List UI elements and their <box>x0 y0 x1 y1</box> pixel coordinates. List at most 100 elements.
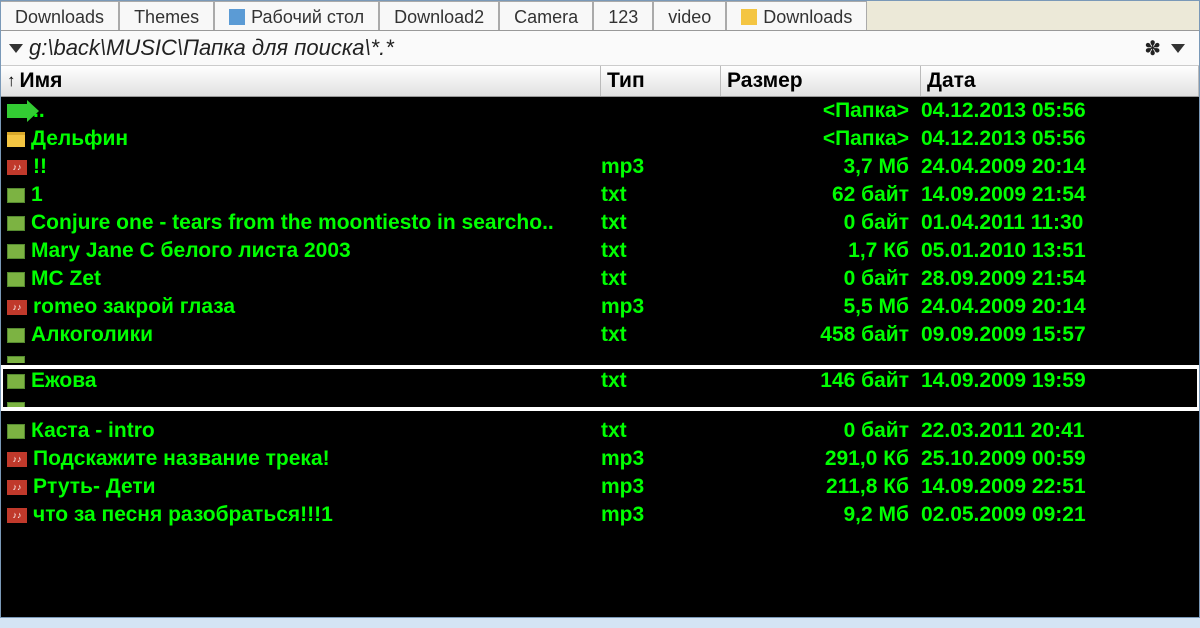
up-arrow-icon <box>7 104 27 118</box>
txt-icon <box>7 244 25 259</box>
file-name: Ртуть- Дети <box>33 475 156 499</box>
file-date: 14.09.2009 19:59 <box>921 369 1193 393</box>
file-row[interactable]: ♪♪ что за песня разобраться!!!1 mp39,2 Мб0… <box>1 501 1199 529</box>
file-size: 146 байт <box>721 369 921 393</box>
file-name: Дельфин <box>31 127 128 151</box>
file-row[interactable]: Алкоголики txt458 байт09.09.2009 15:57 <box>1 321 1199 349</box>
file-type: mp3 <box>601 295 721 319</box>
file-type: mp3 <box>601 447 721 471</box>
file-type: txt <box>601 323 721 347</box>
file-name: Алкоголики <box>31 323 153 347</box>
file-name: Conjure one - tears from the moontiesto … <box>31 211 554 235</box>
txt-icon <box>7 328 25 343</box>
file-row[interactable]: ♪♪Подскажите название трека!mp3291,0 Кб2… <box>1 445 1199 473</box>
file-date: 24.04.2009 20:14 <box>921 295 1193 319</box>
file-type: txt <box>601 369 721 393</box>
file-row[interactable]: 1txt62 байт14.09.2009 21:54 <box>1 181 1199 209</box>
header-date[interactable]: Дата <box>921 66 1199 96</box>
file-name: MC Zet <box>31 267 101 291</box>
txt-icon <box>7 374 25 389</box>
drive-dropdown-icon[interactable] <box>9 44 23 53</box>
file-type: txt <box>601 419 721 443</box>
folder-icon <box>7 132 25 147</box>
column-headers: ↑Имя Тип Размер Дата <box>1 66 1199 97</box>
file-date: 04.12.2013 05:56 <box>921 127 1193 151</box>
mp3-icon: ♪♪ <box>7 452 27 467</box>
mp3-icon: ♪♪ <box>7 480 27 495</box>
path-bar: g:\back\MUSIC\Папка для поиска\*.* ✽ <box>1 31 1199 66</box>
file-row[interactable]: Каста - intro txt0 байт22.03.2011 20:41 <box>1 417 1199 445</box>
file-list: ..<Папка>04.12.2013 05:56Дельфин<Папка>0… <box>1 97 1199 617</box>
file-name: romeo закрой глаза <box>33 295 235 319</box>
mp3-icon: ♪♪ <box>7 508 27 523</box>
tab-downloads2[interactable]: Downloads <box>726 1 867 30</box>
desktop-icon <box>229 9 245 25</box>
file-size: <Папка> <box>721 99 921 123</box>
file-manager-panel: Downloads Themes Рабочий стол Download2 … <box>0 0 1200 618</box>
txt-icon <box>7 216 25 231</box>
file-name: Подскажите название трека! <box>33 447 330 471</box>
tab-themes[interactable]: Themes <box>119 1 214 30</box>
file-type: txt <box>601 211 721 235</box>
file-name: что за песня разобраться!!!1 <box>33 503 333 527</box>
file-row[interactable]: MC Zet txt0 байт28.09.2009 21:54 <box>1 265 1199 293</box>
file-name: !! <box>33 155 47 179</box>
favorites-icon[interactable]: ✽ <box>1144 36 1161 61</box>
file-name: 1 <box>31 183 43 207</box>
file-name: Mary Jane С белого листа 2003 <box>31 239 351 263</box>
tab-bar: Downloads Themes Рабочий стол Download2 … <box>1 1 1199 31</box>
file-type: txt <box>601 267 721 291</box>
highlighted-row[interactable]: Ежова txt 146 байт 14.09.2009 19:59 <box>1 367 1199 409</box>
file-row[interactable]: Conjure one - tears from the moontiesto … <box>1 209 1199 237</box>
file-type: txt <box>601 239 721 263</box>
tab-download2[interactable]: Download2 <box>379 1 499 30</box>
file-date: 14.09.2009 22:51 <box>921 475 1193 499</box>
file-size: 5,5 Мб <box>721 295 921 319</box>
file-date: 02.05.2009 09:21 <box>921 503 1193 527</box>
file-size: 62 байт <box>721 183 921 207</box>
sort-asc-icon: ↑ <box>7 71 16 91</box>
file-date: 28.09.2009 21:54 <box>921 267 1193 291</box>
file-type: mp3 <box>601 503 721 527</box>
file-date: 22.03.2011 20:41 <box>921 419 1193 443</box>
tab-downloads[interactable]: Downloads <box>1 1 119 30</box>
folder-icon <box>741 9 757 25</box>
header-size[interactable]: Размер <box>721 66 921 96</box>
txt-icon <box>7 188 25 203</box>
file-date: 25.10.2009 00:59 <box>921 447 1193 471</box>
file-name: Каста - intro <box>31 419 155 443</box>
file-row[interactable]: Mary Jane С белого листа 2003 txt1,7 Кб05… <box>1 237 1199 265</box>
file-row[interactable]: Дельфин<Папка>04.12.2013 05:56 <box>1 125 1199 153</box>
tab-desktop[interactable]: Рабочий стол <box>214 1 379 30</box>
header-name[interactable]: ↑Имя <box>1 66 601 96</box>
txt-icon <box>7 272 25 287</box>
file-size: 458 байт <box>721 323 921 347</box>
file-size: 9,2 Мб <box>721 503 921 527</box>
file-date: 01.04.2011 11:30 <box>921 211 1193 235</box>
file-date: 14.09.2009 21:54 <box>921 183 1193 207</box>
txt-icon <box>7 424 25 439</box>
file-name: Ежова <box>31 369 97 393</box>
file-size: 0 байт <box>721 419 921 443</box>
mp3-icon: ♪♪ <box>7 160 27 175</box>
file-row[interactable]: ..<Папка>04.12.2013 05:56 <box>1 97 1199 125</box>
history-dropdown-icon[interactable] <box>1171 44 1185 53</box>
file-size: 0 байт <box>721 267 921 291</box>
file-type: mp3 <box>601 475 721 499</box>
file-row[interactable]: ♪♪ Ртуть- Дети mp3211,8 Кб14.09.2009 22:51 <box>1 473 1199 501</box>
file-type: mp3 <box>601 155 721 179</box>
tab-video[interactable]: video <box>653 1 726 30</box>
file-size: 211,8 Кб <box>721 475 921 499</box>
file-date: 24.04.2009 20:14 <box>921 155 1193 179</box>
file-size: 1,7 Кб <box>721 239 921 263</box>
current-path[interactable]: g:\back\MUSIC\Папка для поиска\*.* <box>29 35 1144 61</box>
file-date: 09.09.2009 15:57 <box>921 323 1193 347</box>
header-type[interactable]: Тип <box>601 66 721 96</box>
mp3-icon: ♪♪ <box>7 300 27 315</box>
tab-123[interactable]: 123 <box>593 1 653 30</box>
tab-camera[interactable]: Camera <box>499 1 593 30</box>
file-row[interactable]: ♪♪!!mp33,7 Мб24.04.2009 20:14 <box>1 153 1199 181</box>
file-row[interactable]: ♪♪ romeo закрой глаза mp35,5 Мб24.04.2009 … <box>1 293 1199 321</box>
file-date: 05.01.2010 13:51 <box>921 239 1193 263</box>
file-size: 0 байт <box>721 211 921 235</box>
